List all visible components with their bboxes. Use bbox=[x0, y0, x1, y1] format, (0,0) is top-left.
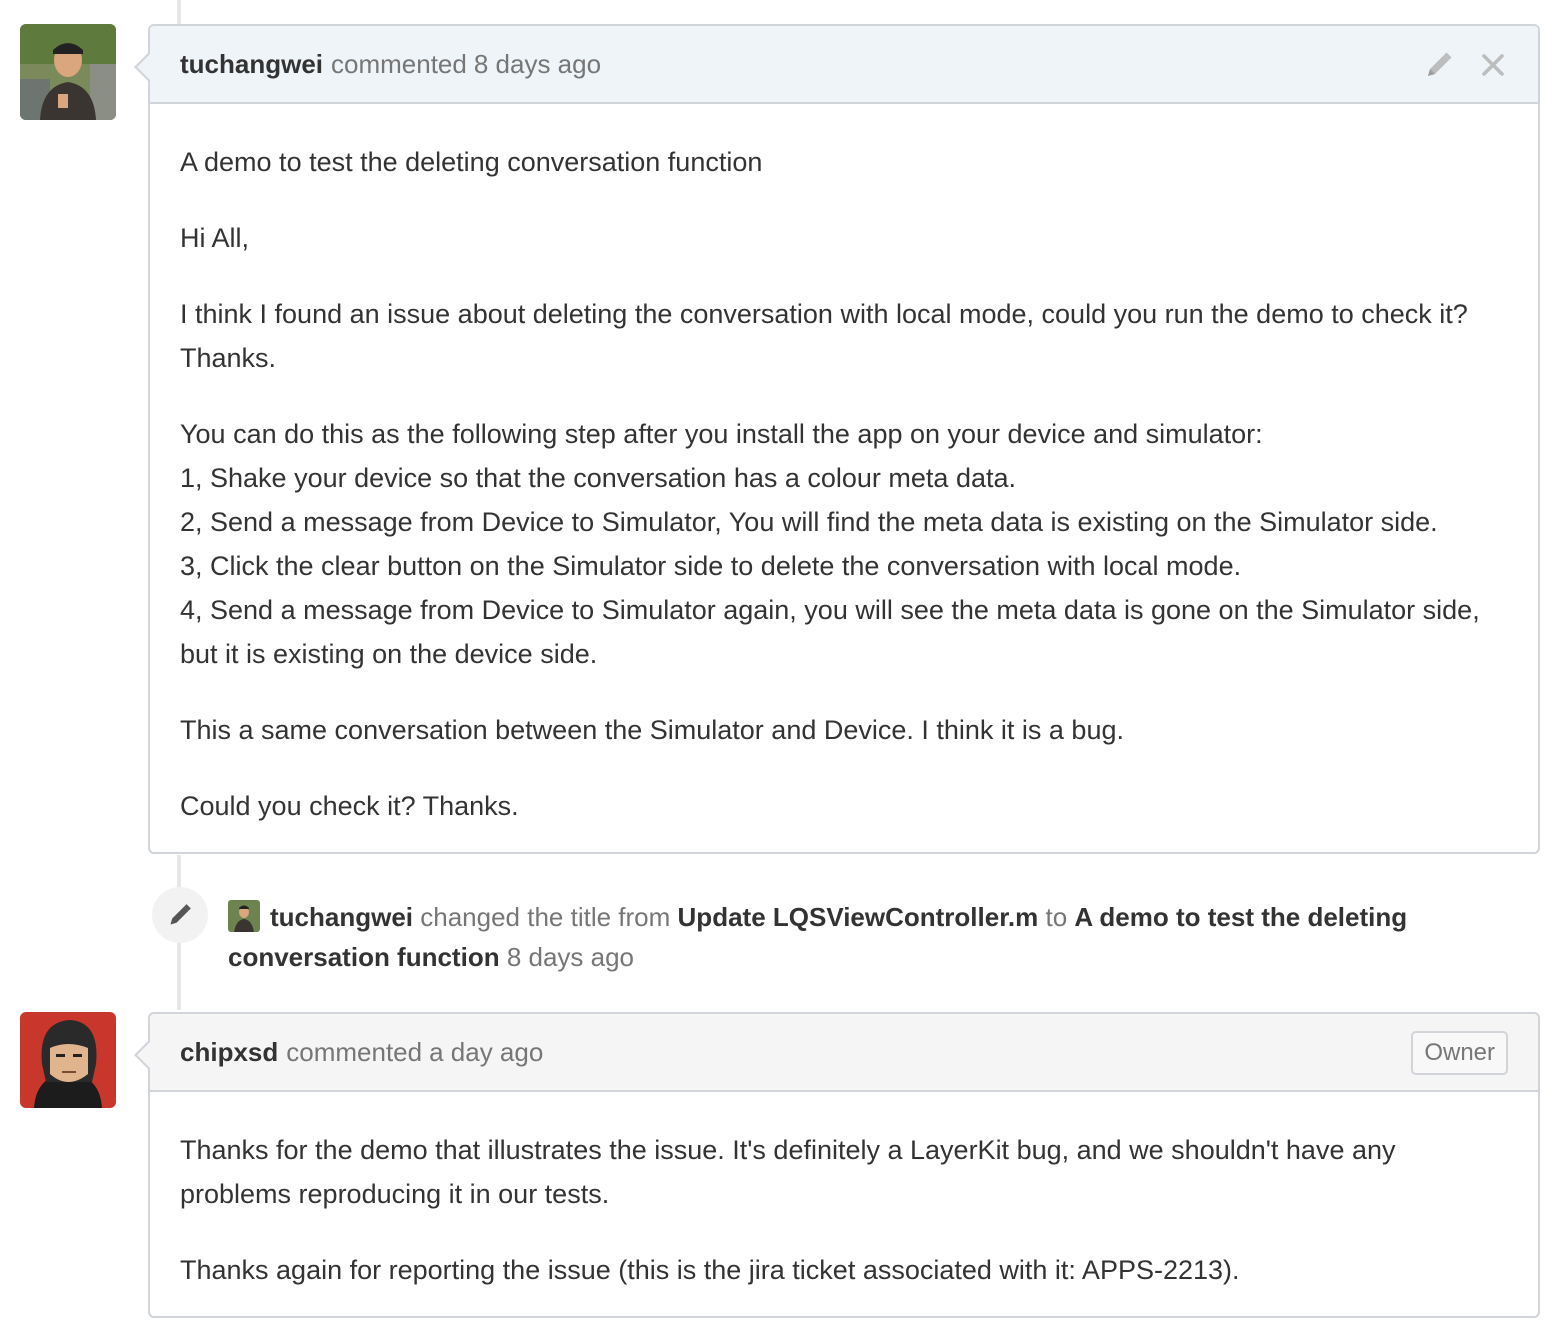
event-changed-text: changed the title from bbox=[420, 902, 671, 932]
steps-paragraph: You can do this as the following step af… bbox=[180, 412, 1508, 676]
comment-timestamp[interactable]: a day ago bbox=[429, 1037, 543, 1068]
pencil-icon bbox=[170, 904, 191, 925]
comment-action-text: commented bbox=[331, 48, 467, 79]
event-badge bbox=[152, 887, 208, 943]
avatar-photo-icon bbox=[20, 24, 116, 120]
edit-comment-button[interactable] bbox=[1420, 46, 1458, 84]
delete-comment-button[interactable] bbox=[1474, 46, 1512, 84]
avatar-illustration-icon bbox=[20, 1012, 116, 1108]
event-to-text: to bbox=[1045, 902, 1068, 932]
comment-paragraph: This a same conversation between the Sim… bbox=[180, 715, 1124, 745]
event-actor-link[interactable]: tuchangwei bbox=[270, 902, 413, 932]
avatar-chipxsd[interactable] bbox=[20, 1012, 116, 1108]
comment-author-link[interactable]: chipxsd bbox=[180, 1037, 278, 1068]
comment-header: tuchangwei commented 8 days ago bbox=[150, 26, 1538, 104]
comment-header: chipxsd commented a day ago Owner bbox=[150, 1014, 1538, 1092]
step-item: 3, Click the clear button on the Simulat… bbox=[180, 551, 1242, 581]
owner-badge: Owner bbox=[1411, 1031, 1508, 1075]
comment-card-tuchangwei: tuchangwei commented 8 days ago A demo t… bbox=[134, 24, 1540, 854]
comment-timestamp[interactable]: 8 days ago bbox=[474, 49, 601, 80]
close-icon bbox=[1482, 54, 1504, 76]
step-item: 1, Shake your device so that the convers… bbox=[180, 463, 1016, 493]
avatar-tuchangwei[interactable] bbox=[20, 24, 116, 120]
comment-paragraph: Hi All, bbox=[180, 223, 250, 253]
event-actor-avatar[interactable] bbox=[228, 900, 260, 932]
event-timestamp[interactable]: 8 days ago bbox=[507, 942, 634, 972]
comment-paragraph: Thanks again for reporting the issue (th… bbox=[180, 1255, 1240, 1285]
timeline-line-top bbox=[177, 0, 181, 24]
event-old-title: Update LQSViewController.m bbox=[677, 902, 1039, 932]
comment-actions bbox=[1404, 46, 1512, 84]
comment-paragraph: Could you check it? Thanks. bbox=[180, 791, 519, 821]
steps-intro: You can do this as the following step af… bbox=[180, 419, 1263, 449]
comment-body: Thanks for the demo that illustrates the… bbox=[150, 1092, 1538, 1322]
comment-card-chipxsd: chipxsd commented a day ago Owner Thanks… bbox=[134, 1012, 1540, 1318]
comment-author-link[interactable]: tuchangwei bbox=[180, 49, 323, 80]
step-item: 2, Send a message from Device to Simulat… bbox=[180, 507, 1438, 537]
event-description: tuchangwei changed the title from Update… bbox=[228, 897, 1468, 977]
pencil-icon bbox=[1428, 52, 1452, 76]
comment-body: A demo to test the deleting conversation… bbox=[150, 104, 1538, 864]
step-item: 4, Send a message from Device to Simulat… bbox=[180, 595, 1480, 669]
comment-paragraph: Thanks for the demo that illustrates the… bbox=[180, 1135, 1396, 1209]
avatar-photo-icon bbox=[228, 900, 260, 932]
comment-paragraph: A demo to test the deleting conversation… bbox=[180, 147, 763, 177]
comment-action-text: commented bbox=[286, 1036, 423, 1067]
comment-paragraph: I think I found an issue about deleting … bbox=[180, 299, 1468, 373]
